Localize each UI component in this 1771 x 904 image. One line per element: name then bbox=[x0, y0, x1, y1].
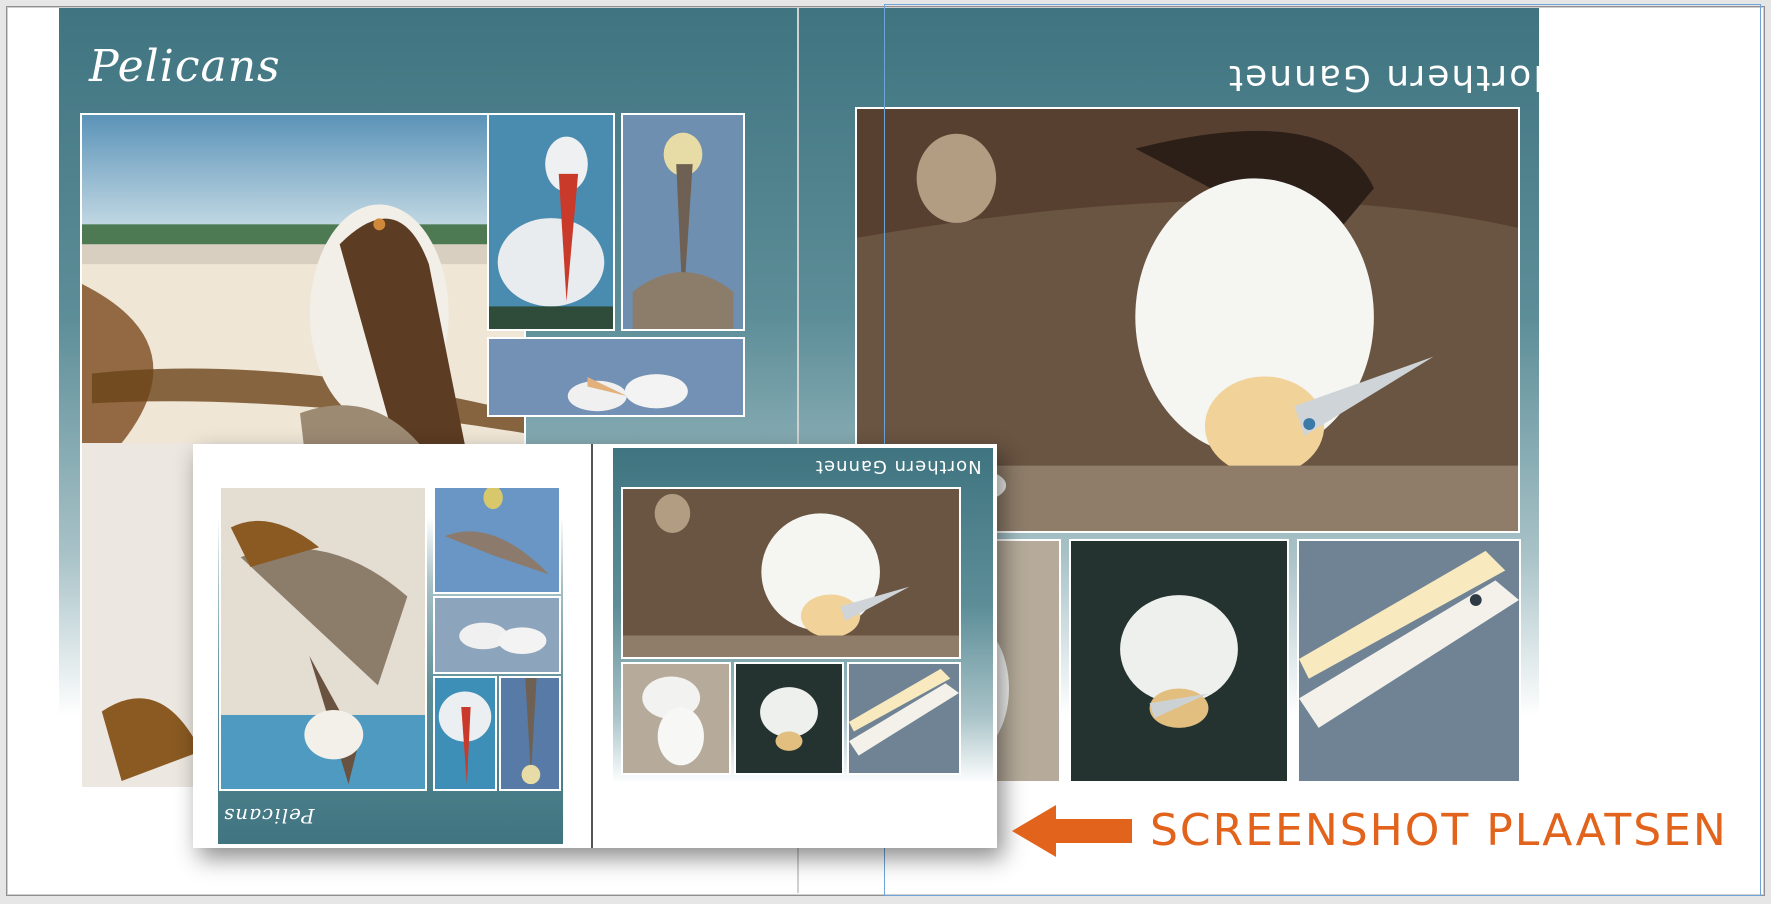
preview-gannet-main bbox=[621, 487, 961, 659]
preview-pelican-dalmatian bbox=[433, 676, 497, 791]
preview-pelican-large bbox=[219, 486, 427, 791]
left-arrow-icon bbox=[1012, 805, 1132, 857]
pelican-pair-water-photo[interactable] bbox=[487, 337, 745, 417]
pelican-dalmatian-photo[interactable] bbox=[487, 113, 615, 331]
preview-gannet-water bbox=[734, 662, 844, 775]
page-selection-frame[interactable] bbox=[884, 4, 1761, 896]
preview-left-title: Pelicans bbox=[223, 804, 315, 828]
preview-pelican-flying bbox=[433, 486, 561, 594]
preview-gannet-heads bbox=[847, 662, 961, 775]
preview-gannet-chick bbox=[621, 662, 731, 775]
left-page-title: Pelicans bbox=[89, 41, 281, 92]
place-screenshot-label: SCREENSHOT PLAATSEN bbox=[1150, 805, 1728, 856]
preview-gutter bbox=[591, 444, 593, 848]
preview-right-title: Northern Gannet bbox=[815, 456, 982, 477]
pelican-brown-portrait-photo[interactable] bbox=[621, 113, 745, 331]
preview-pelican-portrait bbox=[499, 676, 561, 791]
preview-pelican-water bbox=[433, 596, 561, 674]
book-preview-thumbnail[interactable]: Pelicans Northern Gannet bbox=[193, 444, 997, 848]
